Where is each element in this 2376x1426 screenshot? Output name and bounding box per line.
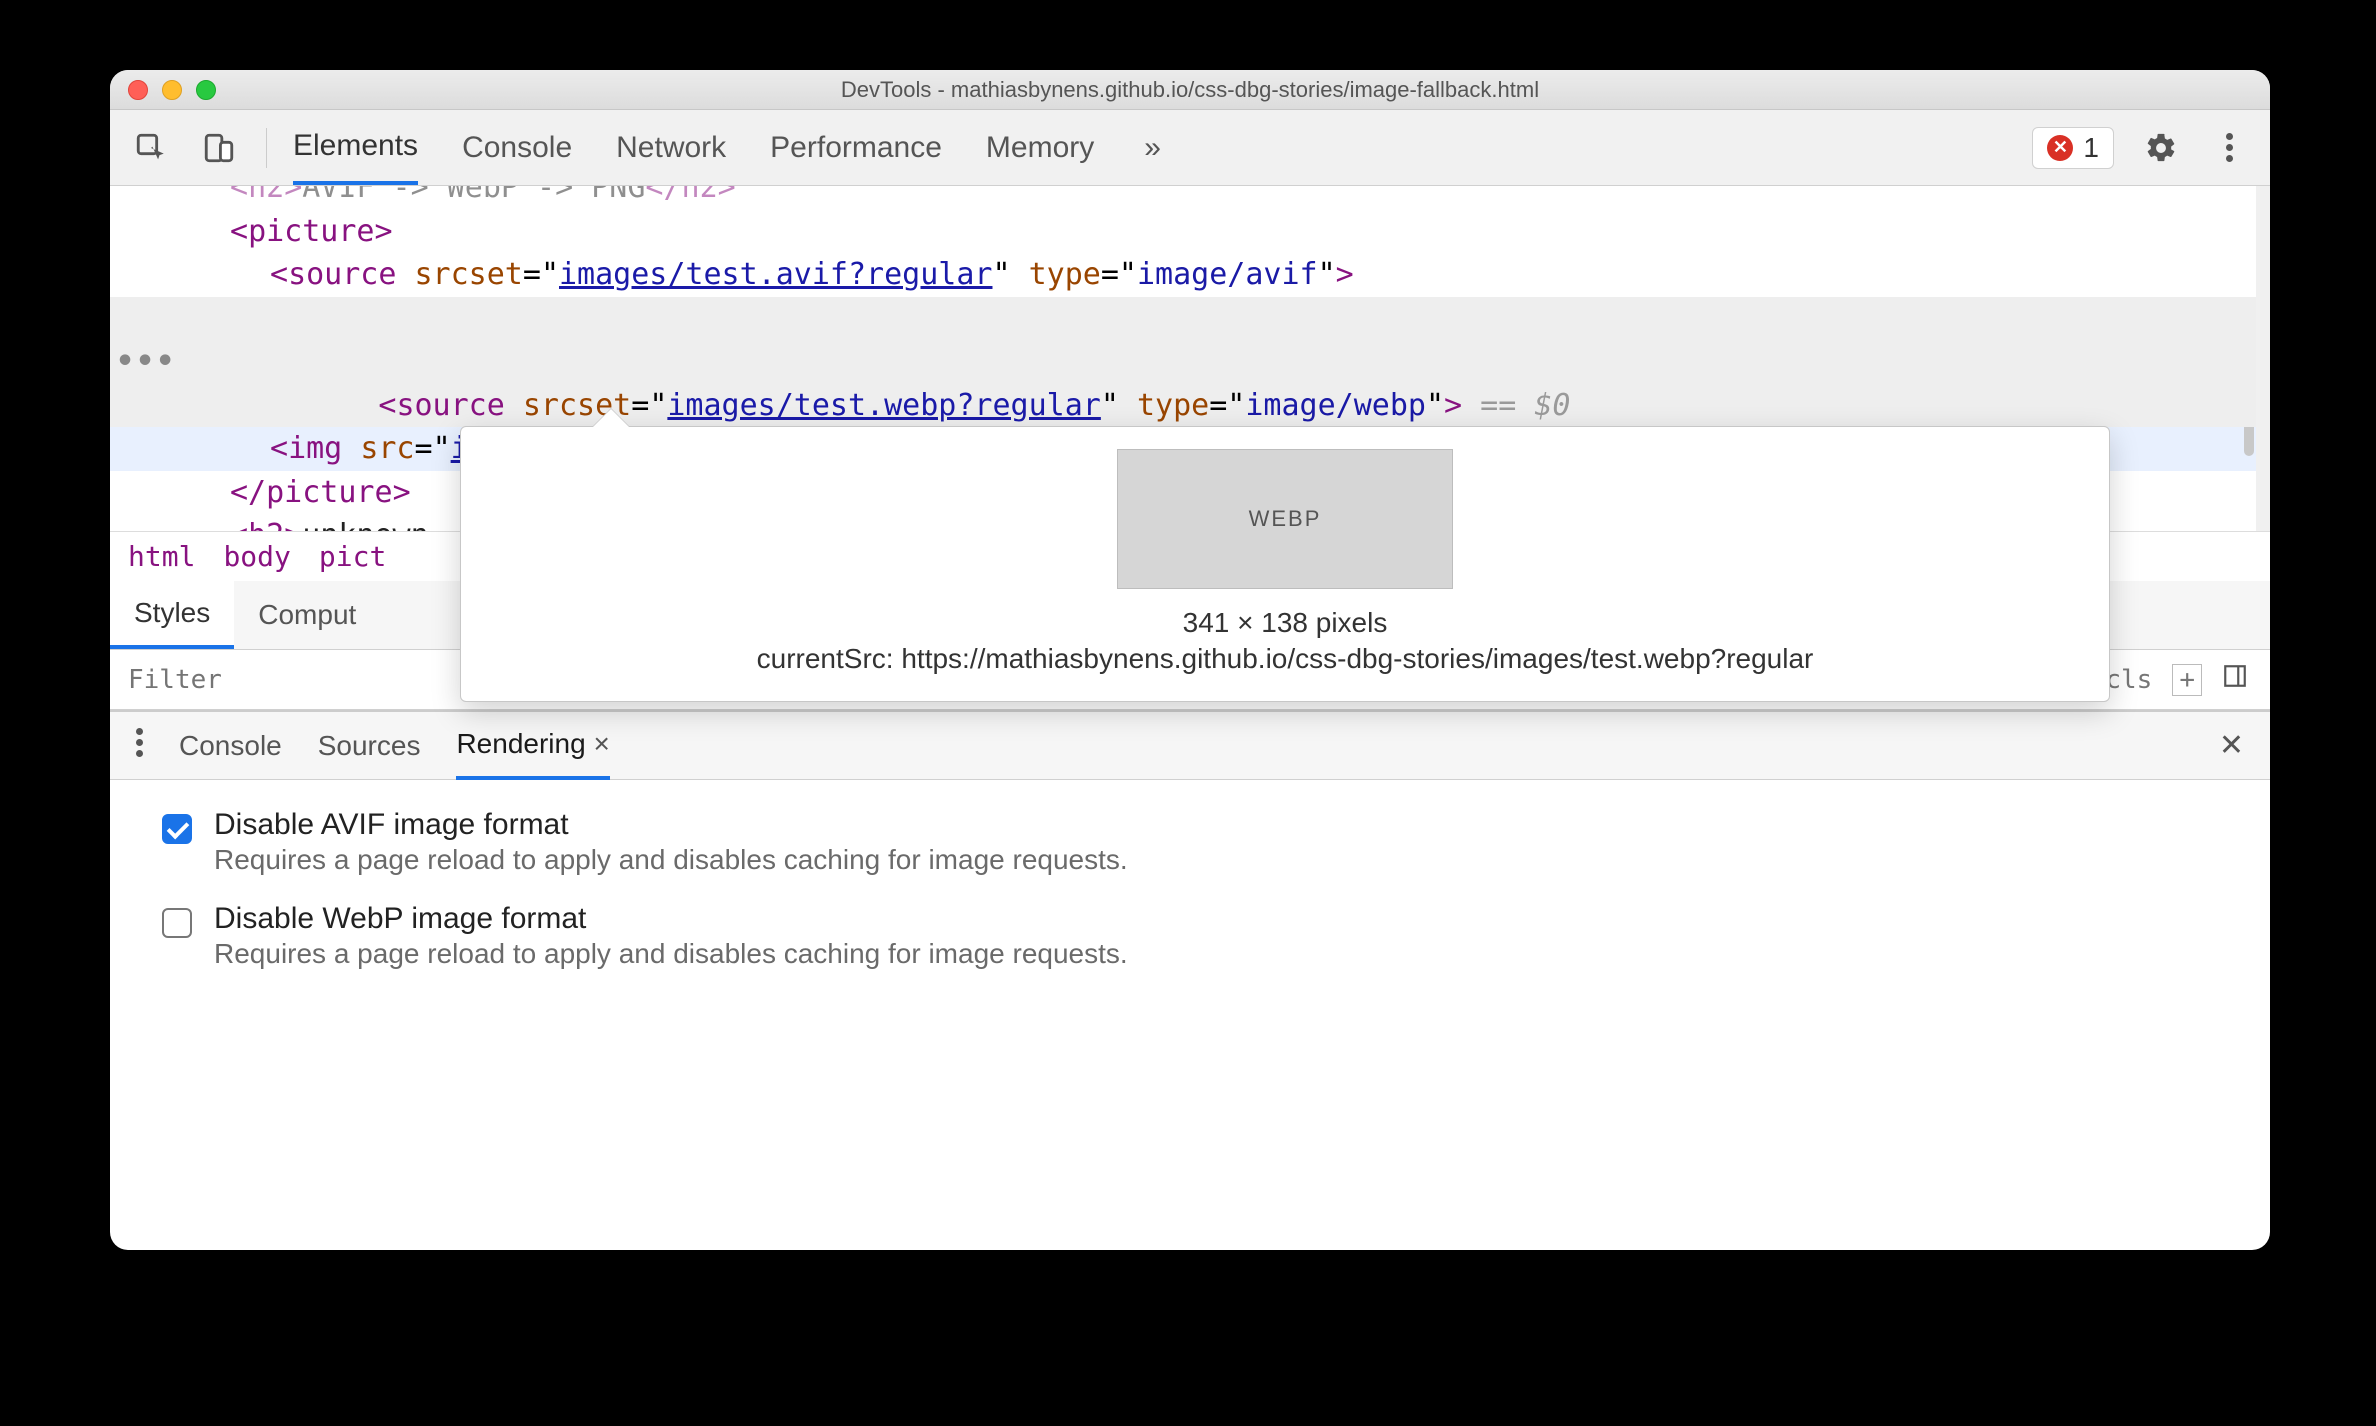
error-count: 1 [2083,132,2099,164]
separator [266,128,267,168]
error-counter[interactable]: ✕ 1 [2032,127,2114,169]
dom-node[interactable]: <picture> [110,210,2256,254]
new-style-rule-button[interactable]: + [2172,664,2202,696]
drawer-menu-icon[interactable] [136,724,143,768]
option-disable-avif: Disable AVIF image format Requires a pag… [154,808,2226,876]
breadcrumb-item[interactable]: html [128,540,195,573]
drawer-tab-sources[interactable]: Sources [318,714,421,778]
checkbox-disable-webp[interactable] [162,908,192,938]
image-current-src: currentSrc: https://mathiasbynens.github… [491,643,2079,675]
option-subtitle: Requires a page reload to apply and disa… [214,844,1128,876]
option-title: Disable WebP image format [214,902,1128,936]
breadcrumb-item[interactable]: body [223,540,290,573]
image-dimensions: 341 × 138 pixels [491,607,2079,639]
option-subtitle: Requires a page reload to apply and disa… [214,938,1128,970]
dom-node-selected[interactable]: ••• <source srcset="images/test.webp?reg… [110,297,2256,428]
option-disable-webp: Disable WebP image format Requires a pag… [154,902,2226,970]
drawer-close-icon[interactable]: ✕ [2219,728,2244,763]
drawer-tab-rendering[interactable]: Rendering × [456,712,609,780]
image-thumbnail: WEBP [1117,449,1453,589]
more-menu-icon[interactable] [2208,127,2250,169]
tab-console[interactable]: Console [462,113,572,183]
tab-performance[interactable]: Performance [770,113,942,183]
breadcrumb-item[interactable]: pict [319,540,386,573]
drawer-tab-console[interactable]: Console [179,714,282,778]
dom-node[interactable]: <h2>AVIF -> WebP -> PNG</h2> [110,186,2256,210]
tab-styles[interactable]: Styles [110,581,234,649]
inspect-element-icon[interactable] [130,127,172,169]
settings-icon[interactable] [2140,127,2182,169]
devtools-window: DevTools - mathiasbynens.github.io/css-d… [110,70,2270,1250]
image-preview-tooltip: WEBP 341 × 138 pixels currentSrc: https:… [460,426,2110,702]
drawer-tabs: Console Sources Rendering × ✕ [110,712,2270,780]
tab-computed[interactable]: Comput [234,583,380,647]
option-title: Disable AVIF image format [214,808,1128,842]
drawer: Console Sources Rendering × ✕ Disable AV… [110,710,2270,1012]
tabs-overflow-icon[interactable]: » [1144,131,1161,165]
close-tab-icon[interactable]: × [593,728,609,759]
tab-elements[interactable]: Elements [293,111,418,185]
panel-tabs: Elements Console Network Performance Mem… [293,111,1161,185]
titlebar: DevTools - mathiasbynens.github.io/css-d… [110,70,2270,110]
rendering-panel: Disable AVIF image format Requires a pag… [110,780,2270,1012]
dom-node[interactable]: <source srcset="images/test.avif?regular… [110,253,2256,297]
window-title: DevTools - mathiasbynens.github.io/css-d… [110,77,2270,103]
checkbox-disable-avif[interactable] [162,814,192,844]
styles-pane-menu-icon[interactable] [2222,663,2248,696]
main-toolbar: Elements Console Network Performance Mem… [110,110,2270,186]
error-icon: ✕ [2047,135,2073,161]
tab-network[interactable]: Network [616,113,726,183]
tab-memory[interactable]: Memory [986,113,1094,183]
gutter-actions-icon[interactable]: ••• [116,340,176,384]
device-toolbar-icon[interactable] [198,127,240,169]
